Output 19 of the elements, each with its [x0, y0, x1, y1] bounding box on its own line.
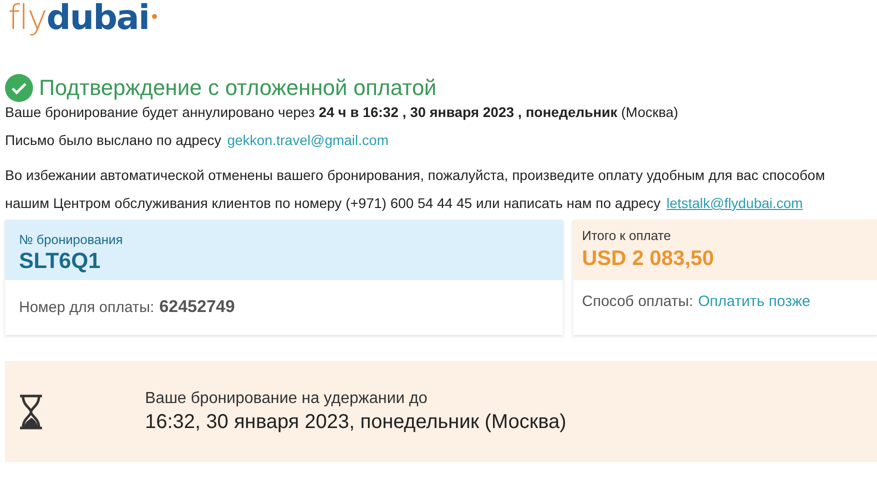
payment-number: 62452749	[159, 297, 235, 317]
payment-notice: Во избежании автоматической отменены вашего бронирования, пожалуйста, произведите оплату удобным для вас способом	[5, 166, 826, 185]
booking-code: SLT6Q1	[19, 248, 102, 274]
payment-method-label: Способ оплаты:	[582, 293, 694, 310]
hourglass-icon	[19, 392, 43, 430]
total-amount: USD 2 083,50	[582, 247, 715, 271]
payment-number-label: Номер для оплаты:	[19, 299, 154, 316]
total-label: Итого к оплате	[582, 228, 672, 243]
cancel-notice: Ваше бронирование будет аннулировано через 24 ч в 16:32 , 30 января 2023 , понедельник (Москва)	[5, 103, 680, 122]
email-link[interactable]: gekkon.travel@gmail.com	[227, 130, 388, 150]
booking-label: № бронирования	[19, 232, 124, 247]
payment-method-link[interactable]: Оплатить позже	[698, 293, 810, 310]
logo[interactable]: flydubai	[8, 0, 158, 36]
email-link[interactable]: letstalk@flydubai.com	[666, 193, 803, 213]
hold-until: 16:32, 30 января 2023, понедельник (Москва)	[145, 410, 566, 434]
payment-notice: нашим Центром обслуживания клиентов по номеру (+971) 600 54 44 45 или написать нам по адресу	[5, 194, 660, 213]
hold-label: Ваше бронирование на удержании до	[145, 390, 428, 408]
email-notice: Письмо было выслано по адресу	[5, 131, 222, 150]
page-title: Подтверждение с отложенной оплатой	[39, 75, 436, 101]
